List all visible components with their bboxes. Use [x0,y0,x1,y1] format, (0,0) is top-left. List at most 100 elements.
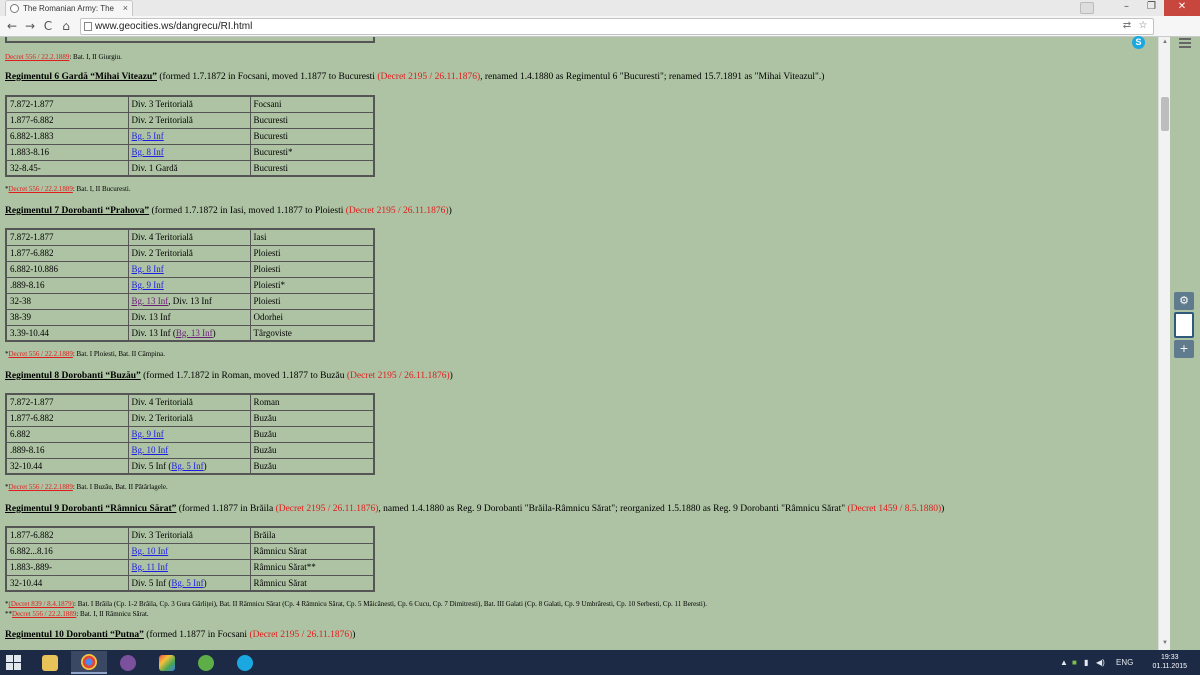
home-button[interactable]: ⌂ [58,18,74,34]
table-row: 1.877-6.882 Div. 2 Teritorială Buzău [5,409,375,427]
regiment-title: Regimentul 6 Gardă “Mihai Viteazu” [5,72,157,82]
unit-link[interactable]: Bg. 9 Inf [132,429,164,439]
period-cell: 1.883-8.16 [5,143,129,161]
footnote-text: : Bat. I Brăila (Cp. 1-2 Brăila, Cp. 3 G… [74,600,707,608]
footnote: *Decret 556 / 22.2.1889: Bat. I, II Bucu… [5,185,131,193]
unit-link[interactable]: Bg. 8 Inf [132,147,164,157]
unit-link[interactable]: Bg. 5 Inf [132,131,164,141]
footnote-text: : Bat. I, II Bucuresti. [72,185,131,193]
reload-button[interactable]: C [40,18,56,34]
language-indicator[interactable]: ENG [1116,658,1133,667]
unit-cell: Bg. 9 Inf [127,425,251,443]
unit-link[interactable]: Bg. 5 Inf [171,578,203,588]
unit-link[interactable]: Bg. 10 Inf [132,445,169,455]
windows-start-icon[interactable] [6,655,21,670]
place-cell: Bucuresti [249,127,375,145]
period-cell: 1.877-6.882 [5,409,129,427]
footnote-text: : Bat. I, II Râmnicu Sărat. [76,610,149,618]
nvidia-icon[interactable]: ■ [1072,658,1077,667]
side-widget: ⚙ + [1172,290,1196,362]
browser-tab[interactable]: The Romanian Army: The × [5,0,133,16]
footnote: *Decret 556 / 22.2.1889: Bat. I Ploiesti… [5,350,165,358]
taskbar-picasa[interactable] [149,651,185,674]
network-icon[interactable]: ▮ [1084,658,1088,667]
decree-link[interactable]: Decret 556 / 22.2.1889 [9,185,73,193]
regiment-desc: (formed 1.7.1872 in Roman, moved 1.1877 … [140,371,347,381]
unit-link[interactable]: Bg. 13 Inf [176,328,213,338]
gear-icon[interactable]: ⚙ [1174,292,1194,310]
scroll-up-icon[interactable]: ▲ [1161,39,1169,47]
decree-link[interactable]: Decret 556 / 22.2.1889 [9,483,73,491]
unit-prefix: Div. 5 Inf ( [131,577,172,588]
table-row: 1.883-8.16 Bg. 8 Inf Bucuresti* [5,143,375,161]
clock[interactable]: 19:33 01.11.2015 [1152,653,1187,671]
period-cell: 1.883-.889- [5,558,129,576]
unit-link[interactable]: Bg. 5 Inf [171,461,203,471]
taskbar-skype[interactable] [227,651,263,674]
place-cell: Ploiesti* [249,276,375,294]
footnote: Decret 556 / 22.2.1889: Bat. I, II Giurg… [5,53,122,61]
url-text: www.geocities.ws/dangrecu/RI.html [95,21,253,32]
browser-menu-icon[interactable] [1178,36,1192,50]
taskbar-viber[interactable] [110,651,146,674]
unit-cell: Bg. 8 Inf [127,143,251,161]
unit-cell: Bg. 5 Inf [127,127,251,145]
unit-cell: Div. 4 Teritorială [127,393,251,411]
address-bar[interactable]: www.geocities.ws/dangrecu/RI.html ⇄ ☆ [80,18,1154,35]
taskbar-explorer[interactable] [32,651,68,674]
decree-link[interactable]: Decret 556 / 22.2.1889 [5,53,69,61]
forward-button[interactable]: → [22,18,38,34]
tray-expand-icon[interactable]: ▲ [1060,658,1068,667]
regiment-table: 7.872-1.877 Div. 4 Teritorială Iasi 1.877-… [5,228,375,342]
chrome-icon [81,653,97,670]
minimize-button[interactable]: – [1114,0,1139,16]
unit-prefix: Div. 13 Inf ( [131,327,176,338]
scrollbar-thumb[interactable] [1161,97,1169,131]
regiment-heading: Regimentul 6 Gardă “Mihai Viteazu” (form… [5,72,824,82]
regiment-desc: ) [448,206,452,216]
decree-link[interactable]: Decret 556 / 22.2.1889 [12,610,76,618]
plus-icon[interactable]: + [1174,340,1194,358]
regiment-table: 1.877-6.882 Div. 3 Teritorială Brăila 6.88… [5,526,375,592]
unit-cell: Div. 2 Teritorială [127,244,251,262]
unit-link[interactable]: Bg. 11 Inf [132,562,168,572]
unit-cell: Div. 13 Inf (Bg. 13 Inf) [127,324,251,342]
footnote: *Decret 556 / 22.2.1889: Bat. I Buzău, B… [5,483,168,491]
back-button[interactable]: ← [4,18,20,34]
place-cell: Bucuresti* [249,143,375,161]
taskbar-chrome[interactable] [71,651,107,674]
taskbar-utorrent[interactable] [188,651,224,674]
profile-icon[interactable] [1080,2,1094,14]
vertical-scrollbar[interactable]: ▲ ▼ [1158,37,1170,650]
place-cell: Brăila [249,526,375,544]
regiment-desc: , named 1.4.1880 as Reg. 9 Dorobanti "Br… [378,504,848,514]
decree-ref: (Decret 2195 / 26.11.1876) [249,630,353,640]
footnote: *(Decret 839 / 8.4.1879): Bat. I Brăila … [5,600,707,608]
translate-icon[interactable]: ⇄ [1121,20,1133,32]
app-launcher-icon[interactable] [1174,312,1194,338]
regiment-desc: (formed 1.7.1872 in Iasi, moved 1.1877 t… [149,206,346,216]
decree-link[interactable]: (Decret 839 / 8.4.1879) [9,600,75,608]
unit-link[interactable]: Bg. 13 Inf [132,296,169,306]
browser-toolbar: ← → C ⌂ www.geocities.ws/dangrecu/RI.htm… [0,16,1200,49]
unit-cell: Div. 2 Teritorială [127,111,251,129]
unit-link[interactable]: Bg. 10 Inf [132,546,169,556]
period-cell: 3.39-10.44 [5,324,129,342]
scroll-down-icon[interactable]: ▼ [1161,640,1169,648]
unit-link[interactable]: Bg. 8 Inf [132,264,164,274]
table-row: 32-10.44 Div. 5 Inf (Bg. 5 Inf) Buzău [5,457,375,475]
unit-cell: Bg. 11 Inf [127,558,251,576]
regiment-desc: (formed 1.7.1872 in Focsani, moved 1.187… [157,72,378,82]
regiment-heading: Regimentul 10 Dorobanti “Putna” (formed … [5,630,355,640]
bookmark-star-icon[interactable]: ☆ [1137,20,1149,32]
decree-ref: (Decret 2195 / 26.11.1876) [345,206,449,216]
period-cell: 6.882-1.883 [5,127,129,145]
unit-cell: Div. 4 Teritorială [127,228,251,246]
decree-link[interactable]: Decret 556 / 22.2.1889 [9,350,73,358]
period-cell: 7.872-1.877 [5,228,129,246]
close-window-button[interactable]: ✕ [1164,0,1200,16]
tab-close-icon[interactable]: × [123,1,128,16]
maximize-button[interactable]: ❐ [1139,0,1164,16]
unit-link[interactable]: Bg. 9 Inf [132,280,164,290]
volume-icon[interactable]: ◀) [1096,658,1105,667]
